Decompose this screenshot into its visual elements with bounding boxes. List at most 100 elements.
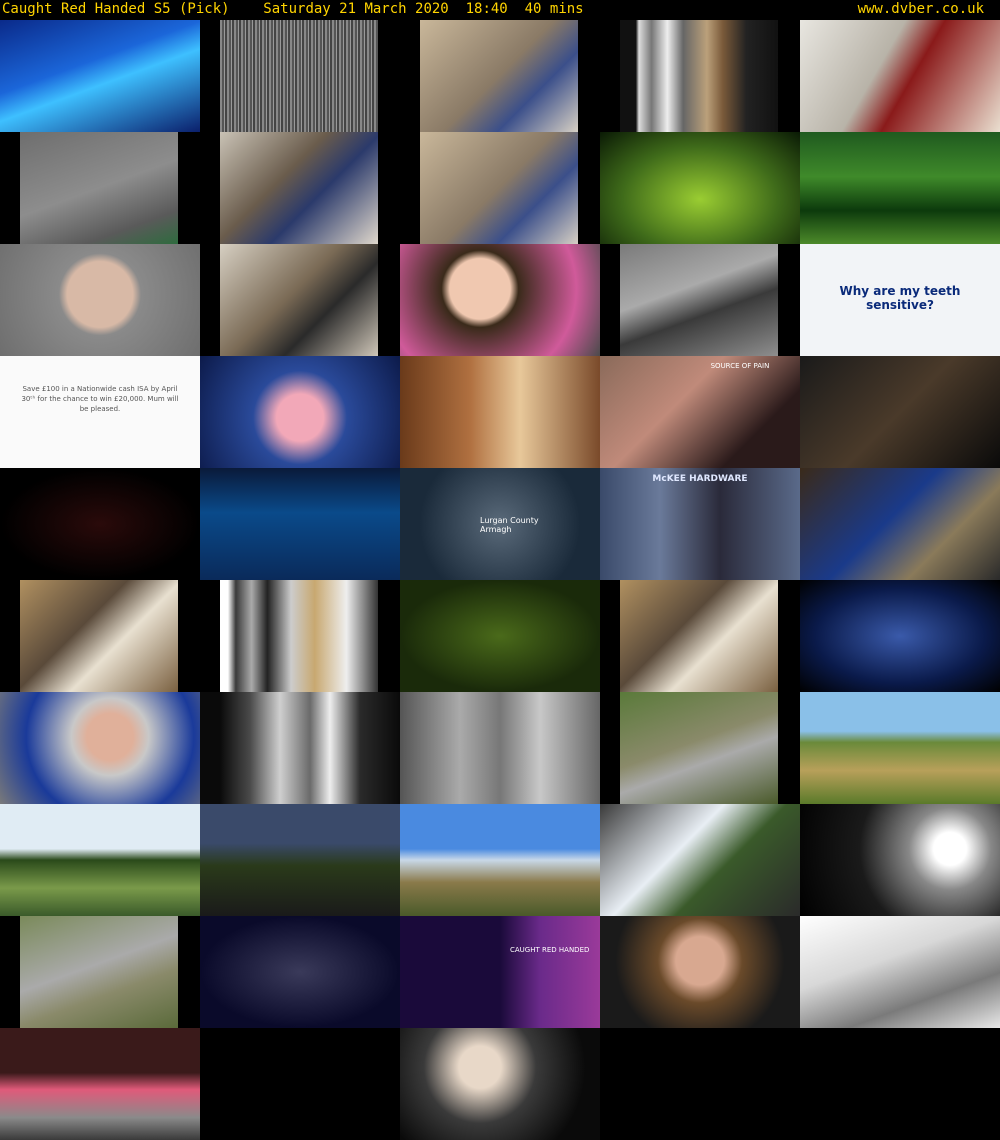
thumbnail-image [800,580,1000,692]
thumbnail-static-noise[interactable] [200,20,400,132]
header-bar: Caught Red Handed S5 (Pick) Saturday 21 … [0,0,1000,20]
thumbnail-two-people-promo[interactable] [400,1028,600,1140]
thumbnail-caption: SOURCE OF PAIN [710,362,770,370]
thumbnail-dark-pub[interactable] [800,356,1000,468]
thumbnail-shop-interior-cards-2[interactable] [600,580,800,692]
thumbnail-image [620,692,778,804]
thumbnail-grey-gradient[interactable] [400,692,600,804]
thumbnail-caption: CAUGHT RED HANDED [510,946,590,954]
programme-title-line: Caught Red Handed S5 (Pick) Saturday 21 … [2,0,584,18]
thumbnail-image [20,132,178,244]
thumbnail-image [400,804,600,916]
thumbnail-image [620,20,778,132]
thumbnail-car-boot-woman[interactable] [600,804,800,916]
thumbnail-cctv-aisle[interactable] [200,244,400,356]
thumbnail-woman-talking[interactable] [400,244,600,356]
thumbnail-image [800,692,1000,804]
thumbnail-image [420,132,578,244]
thumbnail-man-glasses-talking[interactable] [0,692,200,804]
thumbnail-blue-sky-field[interactable] [400,804,600,916]
thumbnail-image [0,244,200,356]
thumbnail-cctv-shop-counter[interactable] [400,20,600,132]
thumbnail-image [200,356,400,468]
thumbnail-image [600,468,800,580]
thumbnail-shop-aisle-man[interactable] [800,20,1000,132]
thumbnail-image [220,20,378,132]
thumbnail-game-show-studio[interactable] [0,20,200,132]
thumbnail-map-lurgan[interactable]: Lurgan County Armagh [400,468,600,580]
thumbnail-split-screen-car[interactable] [200,916,400,1028]
thumbnail-image [600,916,800,1028]
thumbnail-grey-stripes[interactable] [600,20,800,132]
thumbnail-man-bike-shop[interactable] [800,468,1000,580]
thumbnail-image [800,916,1000,1028]
thumbnail-car-sun-glare[interactable] [800,804,1000,916]
thumbnail-pink-dress-room[interactable] [200,356,400,468]
thumbnail-image [200,916,400,1028]
thumbnail-image [600,804,800,916]
thumbnail-image [0,20,200,132]
thumbnail-isa-ad[interactable]: Save £100 in a Nationwide cash ISA by Ap… [0,356,200,468]
broadcast-time: 18:40 [465,1,508,17]
thumbnail-pink-room-stripes[interactable] [0,1028,200,1140]
thumbnail-image [220,244,378,356]
thumbnail-dark-stripes[interactable] [200,692,400,804]
thumbnail-image [620,580,778,692]
thumbnail-image [600,132,800,244]
thumbnail-field-sky[interactable] [800,692,1000,804]
thumbnail-pavement-cctv[interactable] [0,132,200,244]
thumbnail-caption: Lurgan County Armagh [480,516,539,534]
thumbnail-dusk-road[interactable] [200,804,400,916]
thumbnail-image [800,356,1000,468]
thumbnail-joint-pain-ad[interactable]: SOURCE OF PAIN [600,356,800,468]
thumbnail-cctv-struggle[interactable] [200,132,400,244]
thumbnail-image [620,244,778,356]
thumbnail-cctv-shop-counter-2[interactable] [400,132,600,244]
thumbnail-caption: Why are my teeth sensitive? [839,284,961,312]
thumbnail-shop-interior-cards[interactable] [0,580,200,692]
thumbnail-blue-frame-graphic[interactable] [800,580,1000,692]
thumbnail-image [220,580,378,692]
thumbnail-image [800,804,1000,916]
thumbnail-image [600,356,800,468]
thumbnail-image [0,804,200,916]
broadcast-date: Saturday 21 March 2020 [263,1,449,17]
thumbnail-image [0,1028,200,1140]
thumbnail-car-park-cctv[interactable] [600,244,800,356]
thumbnail-image [220,132,378,244]
thumbnail-image [20,916,178,1028]
duration: 40 mins [524,1,584,17]
thumbnail-sensitive-teeth-ad[interactable]: Why are my teeth sensitive? [800,244,1000,356]
thumbnail-image [20,580,178,692]
thumbnail-path-blurred[interactable] [0,916,200,1028]
thumbnail-image [200,468,400,580]
thumbnail-end-credits[interactable]: CAUGHT RED HANDED [400,916,600,1028]
thumbnail-green-graphic[interactable] [600,132,800,244]
thumbnail-image [0,692,200,804]
thumbnail-caption: Save £100 in a Nationwide cash ISA by Ap… [21,385,179,413]
thumbnail-woman-in-grass[interactable] [0,804,200,916]
thumbnail-dice-graphic[interactable] [0,468,200,580]
thumbnail-image [800,20,1000,132]
thumbnail-image [800,468,1000,580]
thumbnail-image [400,356,600,468]
thumbnail-image [400,692,600,804]
thumbnail-blurred-mugshot[interactable] [0,244,200,356]
thumbnail-chocolate-egg-girl[interactable] [400,356,600,468]
thumbnail-image [400,916,600,1028]
thumbnail-hardware-sign[interactable]: McKEE HARDWARE [600,468,800,580]
thumbnail-image [400,1028,600,1140]
thumbnail-image [200,692,400,804]
thumbnail-green-logo-graphic[interactable] [400,580,600,692]
thumbnail-overgrown-path[interactable] [600,692,800,804]
thumbnail-image [0,468,200,580]
thumbnail-blue-water-graphic[interactable] [200,468,400,580]
thumbnail-white-ripples[interactable] [800,916,1000,1028]
thumbnail-image [800,132,1000,244]
site-link[interactable]: www.dvber.co.uk [858,0,984,18]
thumbnail-stripes-shop[interactable] [200,580,400,692]
programme-title: Caught Red Handed S5 (Pick) [2,1,230,17]
thumbnail-woman-portrait[interactable] [600,916,800,1028]
thumbnail-shop-front-green[interactable] [800,132,1000,244]
thumbnail-image [420,20,578,132]
